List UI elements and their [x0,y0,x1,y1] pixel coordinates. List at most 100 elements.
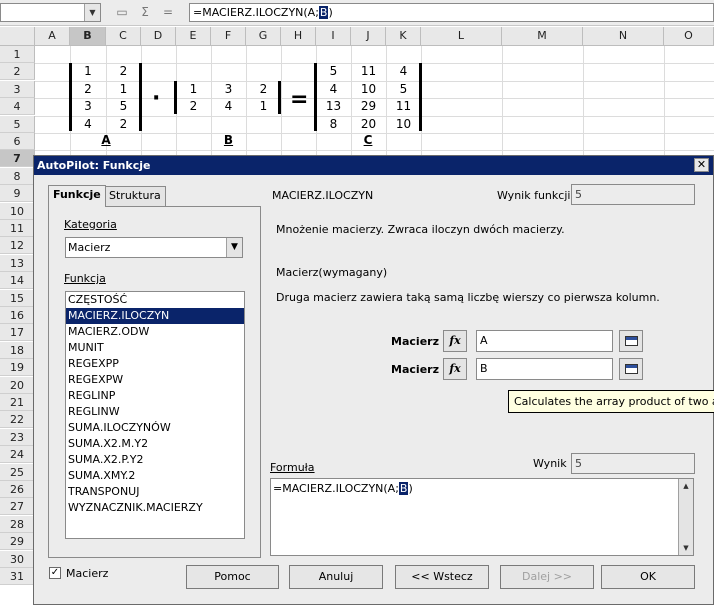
function-list-item[interactable]: REGEXPW [66,372,244,388]
function-list-item[interactable]: SUMA.XMY.2 [66,468,244,484]
array-checkbox[interactable]: ✓ [49,567,61,579]
function-wizard-icon[interactable]: ▭ [113,4,131,21]
row-header[interactable]: 26 [0,481,35,498]
matrix-c-cell[interactable]: 4 [386,63,421,80]
function-list-item[interactable]: SUMA.ILOCZYNÓW [66,420,244,436]
row-header[interactable]: 20 [0,377,35,394]
row-header[interactable]: 17 [0,324,35,341]
matrix-c-cell[interactable]: 11 [351,63,386,80]
dialog-title-bar[interactable]: AutoPilot: Funkcje ✕ [34,156,713,175]
function-list-item[interactable]: WYZNACZNIK.MACIERZY [66,500,244,516]
row-header[interactable]: 6 [0,133,35,150]
row-header[interactable]: 24 [0,446,35,463]
function-list-item[interactable]: REGLINW [66,404,244,420]
function-list-item[interactable]: SUMA.X2.P.Y2 [66,452,244,468]
row-header[interactable]: 29 [0,533,35,550]
row-header[interactable]: 19 [0,359,35,376]
matrix-c-cell[interactable]: 4 [316,81,351,98]
row-header[interactable]: 28 [0,516,35,533]
scroll-up-icon[interactable]: ▲ [679,479,693,493]
sum-icon[interactable]: Σ [136,4,154,21]
cancel-button[interactable]: Anuluj [289,565,383,589]
select-all-corner[interactable] [0,27,35,46]
column-header[interactable]: K [386,27,421,46]
matrix-c-cell[interactable]: 10 [351,81,386,98]
matrix-b-cell[interactable]: 1 [246,98,281,115]
matrix-c-cell[interactable]: 11 [386,98,421,115]
row-header[interactable]: 9 [0,185,35,202]
row-header[interactable]: 16 [0,307,35,324]
column-header[interactable]: C [106,27,141,46]
matrix-c-cell[interactable]: 13 [316,98,351,115]
matrix-a-cell[interactable]: 1 [70,63,106,80]
matrix-a-cell[interactable]: 2 [106,63,141,80]
matrix-c-cell[interactable]: 20 [351,116,386,133]
column-header[interactable]: N [583,27,664,46]
arg1-input[interactable]: A [476,330,613,352]
function-list-item[interactable]: CZĘSTOŚĆ [66,292,244,308]
column-header[interactable]: I [316,27,351,46]
function-list-item[interactable]: TRANSPONUJ [66,484,244,500]
function-list-item[interactable]: REGEXPP [66,356,244,372]
arg2-input[interactable]: B [476,358,613,380]
tab-structure[interactable]: Struktura [104,186,166,206]
row-header[interactable]: 25 [0,464,35,481]
matrix-b-cell[interactable]: 2 [176,98,211,115]
function-list-item[interactable]: REGLINP [66,388,244,404]
row-header[interactable]: 31 [0,568,35,585]
row-header[interactable]: 15 [0,290,35,307]
column-header[interactable]: A [35,27,70,46]
dropdown-icon[interactable]: ▼ [84,4,100,21]
row-header[interactable]: 23 [0,429,35,446]
matrix-c-cell[interactable]: 29 [351,98,386,115]
row-header[interactable]: 5 [0,116,35,133]
row-header[interactable]: 2 [0,63,35,80]
tab-functions[interactable]: Funkcje [48,185,106,207]
matrix-a-cell[interactable]: 3 [70,98,106,115]
matrix-b-cell[interactable]: 2 [246,81,281,98]
column-header[interactable]: J [351,27,386,46]
formula-input[interactable]: =MACIERZ.ILOCZYN(A;B) [189,3,714,22]
function-list-item[interactable]: MUNIT [66,340,244,356]
formula-editor[interactable]: =MACIERZ.ILOCZYN(A;B) ▲ ▼ [270,478,694,556]
arg2-shrink-button[interactable] [619,358,643,380]
formula-scrollbar[interactable]: ▲ ▼ [678,479,693,555]
array-checkbox-label[interactable]: Macierz [66,567,108,580]
matrix-a-cell[interactable]: 2 [106,116,141,133]
column-header[interactable]: E [176,27,211,46]
row-header[interactable]: 13 [0,255,35,272]
category-select[interactable]: Macierz ▼ [65,237,243,258]
matrix-b-cell[interactable]: 4 [211,98,246,115]
matrix-b-cell[interactable]: 1 [176,81,211,98]
function-list-item[interactable]: SUMA.X2.M.Y2 [66,436,244,452]
name-box[interactable]: ▼ [0,3,101,22]
matrix-c-cell[interactable]: 10 [386,116,421,133]
matrix-c-cell[interactable]: 5 [386,81,421,98]
matrix-a-cell[interactable]: 5 [106,98,141,115]
row-header[interactable]: 18 [0,342,35,359]
column-header[interactable]: B [70,27,106,46]
row-header[interactable]: 4 [0,98,35,115]
row-header[interactable]: 1 [0,46,35,63]
arg2-fx-icon[interactable]: fx [443,358,467,380]
matrix-b-cell[interactable]: 3 [211,81,246,98]
row-header[interactable]: 14 [0,272,35,289]
column-header[interactable]: L [421,27,502,46]
row-header[interactable]: 27 [0,498,35,515]
function-list-item[interactable]: MACIERZ.ODW [66,324,244,340]
matrix-c-cell[interactable]: 5 [316,63,351,80]
arg1-fx-icon[interactable]: fx [443,330,467,352]
arg1-shrink-button[interactable] [619,330,643,352]
column-header[interactable]: M [502,27,583,46]
chevron-down-icon[interactable]: ▼ [226,238,242,257]
function-list[interactable]: CZĘSTOŚĆ MACIERZ.ILOCZYN MACIERZ.ODW MUNIT R… [65,291,245,539]
close-icon[interactable]: ✕ [694,158,709,172]
column-header[interactable]: F [211,27,246,46]
row-header[interactable]: 3 [0,81,35,98]
row-header[interactable]: 21 [0,394,35,411]
column-header[interactable]: H [281,27,316,46]
matrix-c-cell[interactable]: 8 [316,116,351,133]
row-header[interactable]: 30 [0,551,35,568]
column-header[interactable]: D [141,27,176,46]
column-header[interactable]: O [664,27,714,46]
